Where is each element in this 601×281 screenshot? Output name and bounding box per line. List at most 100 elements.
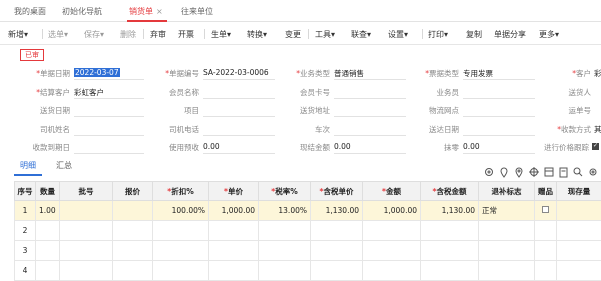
col-gift[interactable]: 赠品 bbox=[534, 181, 557, 201]
price-track-checkbox[interactable] bbox=[592, 142, 599, 150]
locate-icon[interactable] bbox=[485, 168, 493, 176]
tab-detail[interactable]: 明细 bbox=[20, 160, 36, 171]
logistics-field[interactable] bbox=[463, 116, 535, 117]
col-tax-amount[interactable]: *含税金额 bbox=[420, 181, 479, 201]
col-stock[interactable]: 现存量 bbox=[556, 181, 601, 201]
col-qty[interactable]: 数量 bbox=[35, 181, 60, 201]
gear-icon[interactable] bbox=[589, 168, 597, 176]
tools-button[interactable]: 工具▾ bbox=[315, 29, 335, 40]
vehicle-field[interactable] bbox=[334, 135, 406, 136]
change-button[interactable]: 变更 bbox=[285, 29, 301, 40]
tab-my-desktop[interactable]: 我的桌面 bbox=[14, 6, 46, 22]
file-icon[interactable] bbox=[559, 167, 568, 178]
cell-qty[interactable]: 1.00 bbox=[35, 200, 60, 221]
pin-icon[interactable] bbox=[500, 167, 508, 178]
arrive-date-field[interactable] bbox=[463, 135, 535, 136]
table-row[interactable]: 2 bbox=[14, 220, 601, 241]
col-tax-price[interactable]: *含税单价 bbox=[310, 181, 363, 201]
cell-tax-amount[interactable]: 1,130.00 bbox=[420, 200, 479, 221]
prepaid-field[interactable]: 0.00 bbox=[203, 142, 220, 151]
prepaid-label: 使用预收 bbox=[169, 143, 199, 152]
copy-button[interactable]: 复制 bbox=[466, 29, 482, 40]
tab-summary[interactable]: 汇总 bbox=[56, 160, 72, 171]
approved-stamp: 已审 bbox=[20, 49, 44, 61]
tab-sales-order[interactable]: 销货单 × bbox=[127, 6, 167, 22]
cell-price[interactable]: 1,000.00 bbox=[208, 200, 259, 221]
tab-contacts[interactable]: 往来单位 bbox=[181, 6, 213, 22]
cash-field[interactable]: 0.00 bbox=[334, 142, 351, 151]
col-return-flag[interactable]: 退补标志 bbox=[478, 181, 535, 201]
member-card-field[interactable] bbox=[334, 98, 406, 99]
linkquery-button[interactable]: 联查▾ bbox=[351, 29, 371, 40]
cell-batch[interactable] bbox=[59, 200, 113, 221]
unaudit-button[interactable]: 弃审 bbox=[150, 29, 166, 40]
more-button[interactable]: 更多▾ bbox=[539, 29, 559, 40]
save-button[interactable]: 保存▾ bbox=[84, 29, 104, 40]
project-field[interactable] bbox=[203, 116, 275, 117]
invoice-type-field[interactable]: 专用发票 bbox=[463, 68, 493, 79]
print-button[interactable]: 打印▾ bbox=[428, 29, 448, 40]
cell-tax-rate[interactable]: 13.00% bbox=[258, 200, 311, 221]
cell-gift[interactable] bbox=[534, 200, 557, 221]
customer-label: *客户 bbox=[572, 69, 591, 78]
cell-discount[interactable]: 100.00% bbox=[152, 200, 209, 221]
convert-button[interactable]: 转换▾ bbox=[247, 29, 267, 40]
driver-phone-field[interactable] bbox=[203, 135, 275, 136]
member-name-label: 会员名称 bbox=[169, 88, 199, 97]
divider bbox=[422, 29, 423, 39]
chevron-down-icon: ▾ bbox=[444, 30, 449, 39]
box-icon[interactable] bbox=[544, 167, 554, 177]
col-price[interactable]: *单价 bbox=[208, 181, 259, 201]
doc-no-field[interactable]: SA-2022-03-0006 bbox=[203, 68, 269, 77]
underline bbox=[463, 153, 535, 154]
sender-label: 送货人 bbox=[568, 88, 592, 97]
doc-date-field[interactable]: 2022-03-07 bbox=[74, 68, 120, 77]
location-icon[interactable] bbox=[515, 167, 523, 178]
grid-toolbar bbox=[485, 167, 597, 178]
underline bbox=[74, 98, 144, 99]
customer-field[interactable]: 彩 bbox=[594, 68, 601, 79]
driver-phone-label: 司机电话 bbox=[169, 125, 199, 134]
table-row[interactable]: 1 1.00 100.00% 1,000.00 13.00% 1,130.00 … bbox=[14, 200, 601, 221]
col-discount[interactable]: *折扣% bbox=[152, 181, 209, 201]
settle-customer-field[interactable]: 彩虹客户 bbox=[74, 87, 104, 98]
discount-field[interactable]: 0.00 bbox=[463, 142, 480, 151]
ship-address-field[interactable] bbox=[334, 116, 406, 117]
col-tax-rate[interactable]: *税率% bbox=[258, 181, 311, 201]
gift-checkbox[interactable] bbox=[542, 206, 549, 213]
ship-date-field[interactable] bbox=[74, 116, 144, 117]
target-icon[interactable] bbox=[529, 167, 539, 177]
new-button[interactable]: 新增▾ bbox=[8, 29, 28, 40]
select-button[interactable]: 选单▾ bbox=[48, 29, 68, 40]
delete-button[interactable]: 删除 bbox=[120, 29, 136, 40]
tab-init-navigation[interactable]: 初始化导航 bbox=[62, 6, 102, 22]
project-label: 项目 bbox=[184, 106, 199, 115]
generate-button[interactable]: 生单▾ bbox=[211, 29, 231, 40]
toolbar: 新增▾ 选单▾ 保存▾ 删除 弃审 开票 生单▾ 转换▾ 变更 工具▾ 联查▾ … bbox=[0, 23, 601, 45]
cell-tax-price[interactable]: 1,130.00 bbox=[310, 200, 363, 221]
due-date-field[interactable] bbox=[74, 153, 144, 154]
cell-amount[interactable]: 1,000.00 bbox=[362, 200, 421, 221]
salesperson-field[interactable] bbox=[463, 98, 535, 99]
col-amount[interactable]: *金额 bbox=[362, 181, 421, 201]
member-name-field[interactable] bbox=[203, 98, 275, 99]
share-button[interactable]: 单据分享 bbox=[494, 29, 526, 40]
table-row[interactable]: 3 bbox=[14, 240, 601, 261]
underline bbox=[334, 153, 406, 154]
pay-method-label: *收款方式 bbox=[557, 125, 591, 134]
table-row[interactable]: 4 bbox=[14, 260, 601, 281]
driver-field[interactable] bbox=[74, 135, 144, 136]
col-quote[interactable]: 报价 bbox=[112, 181, 153, 201]
search-icon[interactable] bbox=[573, 167, 583, 177]
col-batch[interactable]: 批号 bbox=[59, 181, 113, 201]
close-icon[interactable]: × bbox=[156, 7, 163, 16]
cell-quote[interactable] bbox=[112, 200, 153, 221]
pay-method-field[interactable]: 其 bbox=[594, 124, 601, 135]
chevron-down-icon: ▾ bbox=[263, 30, 268, 39]
biz-type-field[interactable]: 普通销售 bbox=[334, 68, 364, 79]
invoice-button[interactable]: 开票 bbox=[178, 29, 194, 40]
settings-button[interactable]: 设置▾ bbox=[388, 29, 408, 40]
tab-sales-order-label: 销货单 bbox=[129, 7, 153, 16]
col-seq[interactable]: 序号 bbox=[14, 181, 36, 201]
cell-return-flag[interactable]: 正常 bbox=[478, 200, 535, 221]
